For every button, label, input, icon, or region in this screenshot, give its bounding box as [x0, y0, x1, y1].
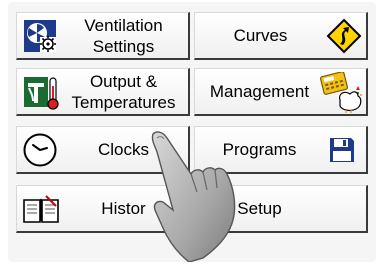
- programs-label: Programs: [222, 140, 297, 159]
- ventilation-settings-label: Ventilation Settings: [84, 15, 163, 56]
- curves-button[interactable]: Curves: [194, 12, 368, 60]
- setup-label: Setup: [237, 199, 282, 218]
- clocks-button[interactable]: Clocks: [16, 126, 190, 174]
- clock-icon: [22, 132, 58, 173]
- management-label: Management: [209, 82, 310, 101]
- clocks-label: Clocks: [97, 140, 149, 159]
- fan-gear-icon: [23, 19, 57, 58]
- ventilation-settings-button[interactable]: Ventilation Settings: [16, 12, 190, 60]
- floppy-disk-icon: [328, 136, 356, 169]
- curve-warning-sign-icon: [326, 18, 362, 59]
- programs-button[interactable]: Programs: [194, 126, 368, 174]
- management-button[interactable]: Management: [194, 68, 368, 116]
- setup-button[interactable]: Setup: [194, 185, 368, 233]
- calculator-chicken-icon: [320, 71, 364, 119]
- output-temperatures-button[interactable]: Output & Temperatures: [16, 68, 190, 116]
- output-temperatures-label: Output & Temperatures: [71, 71, 176, 112]
- history-label: Histor: [101, 199, 146, 218]
- curves-label: Curves: [233, 26, 288, 45]
- output-thermometer-icon: [23, 75, 59, 116]
- book-icon: [22, 194, 60, 229]
- history-button[interactable]: Histor: [16, 185, 190, 233]
